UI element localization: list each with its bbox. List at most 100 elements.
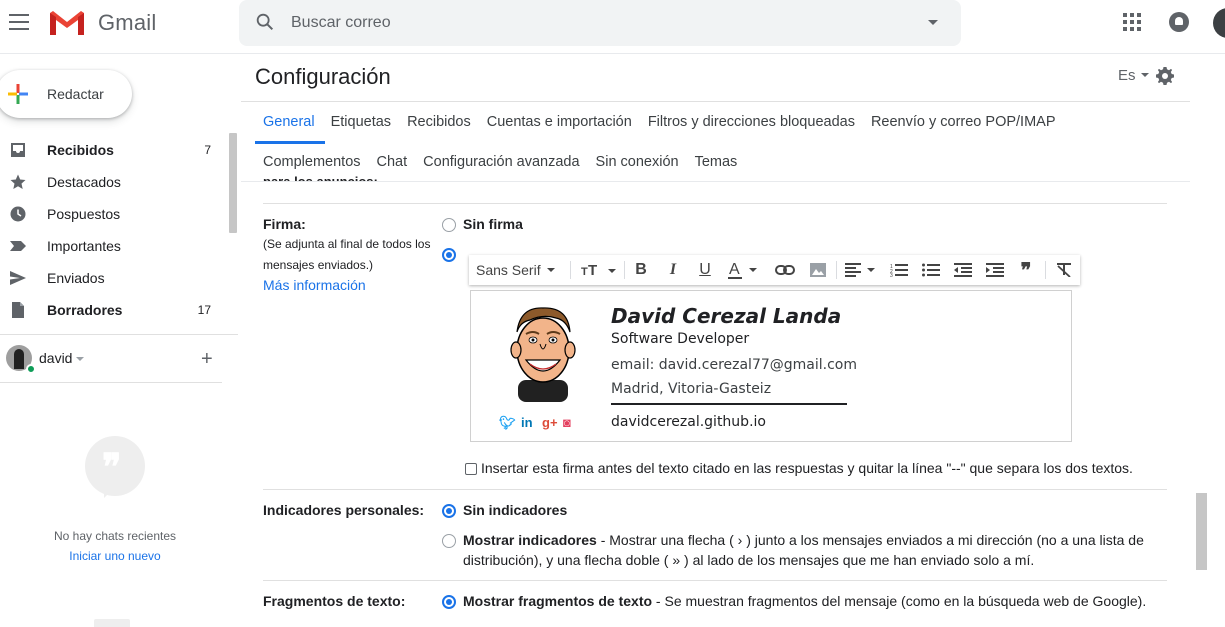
start-new-chat-link[interactable]: Iniciar uno nuevo [0, 549, 230, 563]
show-snippets-option: Mostrar fragmentos de texto - Se muestra… [463, 593, 1147, 609]
sidebar-item-enviados[interactable]: Enviados [0, 262, 225, 294]
language-selector[interactable]: Es [1118, 67, 1136, 84]
notifications-icon[interactable] [1169, 12, 1189, 32]
link-icon[interactable] [775, 260, 795, 280]
avatar-cartoon-image [510, 307, 576, 402]
signature-radio[interactable] [442, 248, 456, 262]
main-scrollbar[interactable] [1196, 493, 1207, 570]
compose-button[interactable]: Redactar [0, 70, 132, 118]
main-menu-icon[interactable] [9, 14, 29, 30]
signature-website: davidcerezal.github.io [611, 414, 766, 430]
align-icon[interactable] [845, 260, 879, 280]
section-divider [263, 489, 1167, 490]
search-input[interactable] [291, 11, 891, 35]
compose-plus-icon [8, 84, 28, 104]
apps-grid-icon[interactable] [1123, 13, 1141, 31]
hangouts-divider [0, 382, 222, 383]
quote-icon[interactable]: ❞ [1017, 260, 1035, 282]
signature-rule [611, 403, 847, 405]
sidebar-nav: Recibidos 7 Destacados Pospuestos Import… [0, 134, 225, 326]
signature-email: email: david.cerezal77@gmail.com [611, 357, 857, 373]
compose-label: Redactar [47, 86, 104, 102]
active-tab-indicator [255, 141, 325, 144]
show-snippets-radio[interactable] [442, 595, 456, 609]
add-icon[interactable]: + [201, 349, 213, 369]
hangouts-username: david [39, 350, 73, 366]
underline-icon[interactable]: U [697, 260, 713, 280]
more-info-link[interactable]: Más información [263, 277, 366, 293]
hangouts-quote-icon: ❞ [85, 436, 145, 498]
signature-label: Firma: [263, 216, 306, 232]
gmail-logo[interactable]: Gmail [48, 9, 156, 37]
font-family-select[interactable]: Sans Serif [476, 262, 541, 278]
section-divider [263, 580, 1167, 581]
indent-more-icon[interactable] [985, 260, 1005, 280]
no-signature-radio[interactable] [442, 218, 456, 232]
toolbar-separator [624, 261, 625, 279]
insert-before-quote-checkbox[interactable] [465, 463, 477, 475]
tab-recibidos[interactable]: Recibidos [399, 114, 479, 138]
svg-text:T: T [581, 266, 588, 278]
italic-icon[interactable]: I [665, 260, 681, 280]
twitter-icon[interactable]: 🐦︎ [499, 415, 516, 431]
bulleted-list-icon[interactable] [921, 260, 941, 280]
bold-icon[interactable]: B [633, 260, 649, 280]
tab-sin-conexion[interactable]: Sin conexión [588, 154, 687, 178]
image-icon[interactable] [809, 260, 827, 280]
tab-temas[interactable]: Temas [687, 154, 746, 178]
numbered-list-icon[interactable]: 123 [889, 260, 909, 280]
sidebar-bottom-tab[interactable] [94, 619, 130, 627]
text-color-icon[interactable]: A [727, 260, 761, 280]
show-indicators-option: Mostrar indicadores - Mostrar una flecha… [463, 532, 1144, 568]
sidebar-item-importantes[interactable]: Importantes [0, 230, 225, 262]
settings-tabs-row1: General Etiquetas Recibidos Cuentas e im… [255, 114, 1064, 138]
svg-text:A: A [729, 261, 740, 278]
sidebar-divider [0, 334, 238, 335]
chevron-down-icon[interactable] [1141, 73, 1149, 77]
title-divider [241, 101, 1190, 102]
snippets-label: Fragmentos de texto: [263, 593, 406, 609]
hangouts-user[interactable]: david + [6, 345, 231, 375]
tab-reenvio[interactable]: Reenvío y correo POP/IMAP [863, 114, 1064, 138]
sidebar-item-recibidos[interactable]: Recibidos 7 [0, 134, 225, 166]
signature-sublabel: (Se adjunta al final de todos los mensaj… [263, 237, 431, 272]
indent-less-icon[interactable] [953, 260, 973, 280]
sidebar-item-destacados[interactable]: Destacados [0, 166, 225, 198]
tab-configuracion-avanzada[interactable]: Configuración avanzada [415, 154, 587, 178]
tab-etiquetas[interactable]: Etiquetas [323, 114, 399, 138]
label-important-icon [10, 241, 26, 251]
tab-general[interactable]: General [255, 114, 323, 138]
signature-editor[interactable]: 🐦︎ in g+ ◙ David Cerezal Landa Software … [470, 290, 1072, 442]
font-size-icon[interactable]: TT [581, 260, 617, 280]
no-indicators-option: Sin indicadores [463, 502, 568, 518]
insert-before-quote-label: Insertar esta firma antes del texto cita… [481, 460, 1133, 476]
search-bar[interactable] [239, 0, 961, 46]
google-plus-icon[interactable]: g+ [542, 415, 558, 430]
indicators-label: Indicadores personales: [263, 502, 425, 518]
tabs-divider [241, 181, 1190, 182]
toolbar-separator [1045, 261, 1046, 279]
toolbar-separator [836, 261, 837, 279]
app-name: Gmail [98, 10, 157, 35]
no-indicators-radio[interactable] [442, 504, 456, 518]
online-status-icon [26, 364, 36, 374]
linkedin-icon[interactable]: in [521, 415, 533, 430]
instagram-icon[interactable]: ◙ [563, 415, 571, 430]
search-options-icon[interactable] [928, 20, 938, 25]
sidebar-item-borradores[interactable]: Borradores 17 [0, 294, 225, 326]
gmail-m-icon [50, 11, 84, 35]
chevron-down-icon[interactable] [76, 357, 84, 361]
signature-name: David Cerezal Landa [611, 304, 842, 328]
remove-formatting-icon[interactable] [1055, 260, 1073, 280]
gear-icon[interactable] [1155, 66, 1175, 86]
search-icon[interactable] [254, 11, 276, 33]
sidebar-scrollbar[interactable] [229, 133, 237, 233]
sidebar-item-pospuestos[interactable]: Pospuestos [0, 198, 225, 230]
draft-icon [12, 302, 24, 318]
show-indicators-radio[interactable] [442, 534, 456, 548]
section-divider [263, 203, 1167, 204]
account-avatar[interactable] [1213, 8, 1225, 38]
tab-filtros[interactable]: Filtros y direcciones bloqueadas [640, 114, 863, 138]
tab-cuentas[interactable]: Cuentas e importación [479, 114, 640, 138]
chevron-down-icon[interactable] [546, 268, 555, 272]
